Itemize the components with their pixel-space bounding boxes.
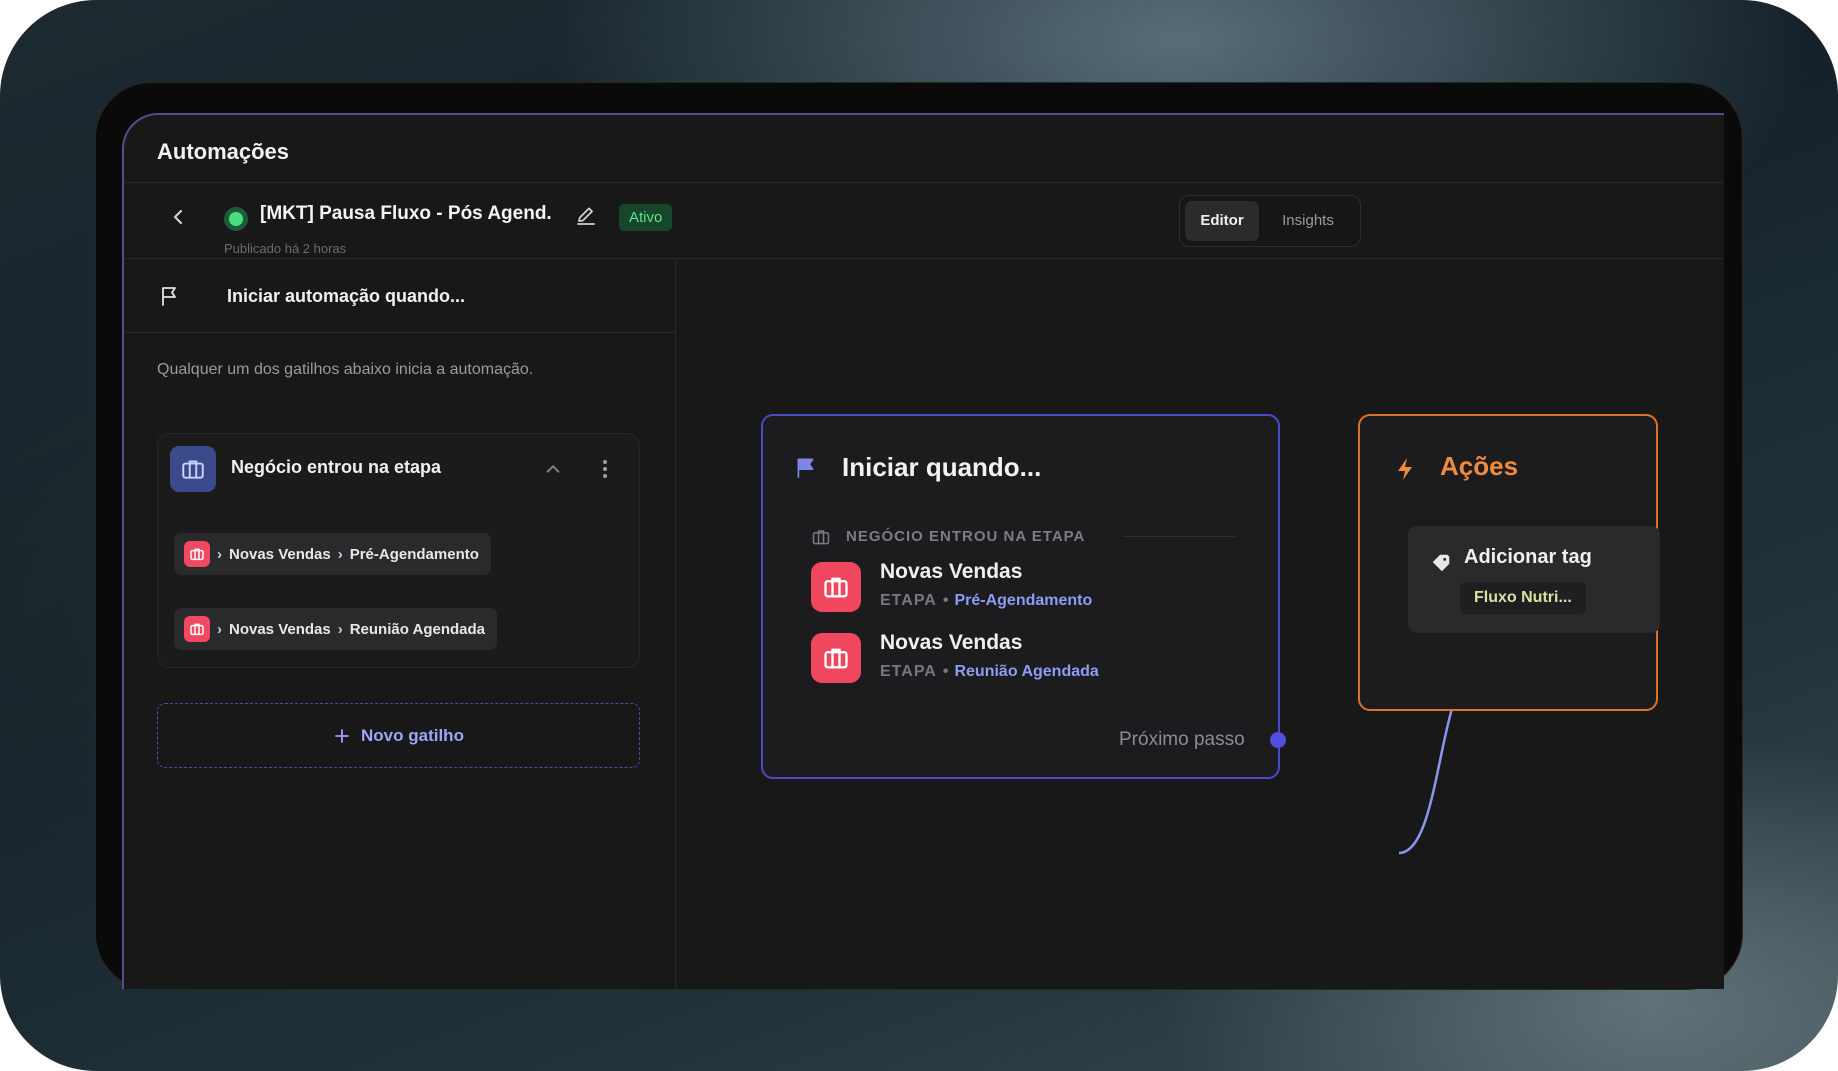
chevron-right-icon: › [217,545,222,563]
status-badge: Ativo [619,204,673,231]
view-switcher: Editor Insights [1179,195,1361,247]
start-node-title: Iniciar quando... [842,452,1042,482]
chip-pipeline: Novas Vendas [229,545,331,563]
sidebar-title: Iniciar automação quando... [227,286,466,306]
start-node-subtitle: NEGÓCIO ENTROU NA ETAPA [846,528,1086,545]
trigger-stage-chip[interactable]: › Novas Vendas › Reunião Agendada [174,608,498,650]
flow-toolbar: [MKT] Pausa Fluxo - Pós Agend. Ativo Pub… [124,183,1724,259]
sidebar-description: Qualquer um dos gatilhos abaixo inicia a… [157,361,534,378]
tab-editor[interactable]: Editor [1185,201,1259,241]
trigger-stage-chip[interactable]: › Novas Vendas › Pré-Agendamento [174,533,491,575]
start-node[interactable]: Iniciar quando... NEGÓCIO ENTROU NA ETAP… [761,414,1286,779]
tag-icon [1432,554,1450,572]
chip-pipeline: Novas Vendas [229,620,331,638]
briefcase-icon [824,577,848,598]
screen-viewport: Automações [MKT] Pausa Fluxo - Pós Agend… [122,113,1724,989]
chevron-left-icon [173,209,183,225]
tab-insights[interactable]: Insights [1263,201,1353,241]
page-title: Automações [157,139,290,164]
trigger-card: Negócio entrou na etapa › Novas Vendas › [157,433,640,668]
briefcase-icon [824,648,848,669]
edit-name-button[interactable] [574,203,598,227]
chevron-up-icon [546,465,560,473]
briefcase-icon [812,530,830,545]
tag-chip: Fluxo Nutri... [1460,582,1586,614]
meta-separator: • [942,663,949,680]
briefcase-icon [184,616,210,642]
add-trigger-button[interactable]: Novo gatilho [157,703,640,768]
actions-node-title: Ações [1440,451,1519,481]
actions-node[interactable]: Ações Adicionar tag Fluxo Nutri... [1358,414,1660,711]
start-item-meta: ETAPA • Reunião Agendada [880,663,1099,681]
chevron-right-icon: › [217,620,222,638]
trigger-menu-button[interactable] [594,456,616,482]
chip-stage: Pré-Agendamento [349,545,479,563]
action-title: Adicionar tag [1464,546,1592,568]
chevron-right-icon: › [337,620,343,638]
divider [1123,536,1235,537]
stage-icon [811,633,861,683]
add-trigger-label: Novo gatilho [361,725,464,745]
meta-separator: • [942,592,949,609]
sidebar-header: Iniciar automação quando... [124,259,675,333]
flow-name: [MKT] Pausa Fluxo - Pós Agend. [260,203,552,224]
flag-icon [797,458,814,478]
meta-stage-link[interactable]: Pré-Agendamento [954,592,1092,609]
plus-icon [335,728,349,743]
start-item-title: Novas Vendas [880,631,1023,654]
next-step-label: Próximo passo [1119,729,1245,750]
flag-icon [162,287,176,306]
briefcase-icon [184,541,210,567]
app-header: Automações [124,115,1724,183]
kebab-icon [603,460,607,478]
trigger-type-icon [170,446,216,492]
trigger-sidebar: Iniciar automação quando... Qualquer um … [124,259,676,989]
start-item-title: Novas Vendas [880,560,1023,583]
back-button[interactable] [166,205,190,229]
bolt-icon [1398,458,1412,480]
action-card[interactable]: Adicionar tag Fluxo Nutri... [1408,526,1660,633]
meta-label: ETAPA [880,592,937,609]
output-port[interactable] [1270,732,1286,748]
briefcase-icon [182,460,204,479]
meta-label: ETAPA [880,663,937,680]
status-indicator [224,207,248,231]
chevron-right-icon: › [337,545,343,563]
chip-stage: Reunião Agendada [349,620,486,638]
pencil-icon [577,207,595,225]
meta-stage-link[interactable]: Reunião Agendada [954,663,1098,680]
start-item-meta: ETAPA • Pré-Agendamento [880,592,1092,610]
trigger-title: Negócio entrou na etapa [231,457,442,477]
collapse-trigger-button[interactable] [542,458,564,480]
stage-icon [811,562,861,612]
published-timestamp: Publicado há 2 horas [224,241,347,256]
